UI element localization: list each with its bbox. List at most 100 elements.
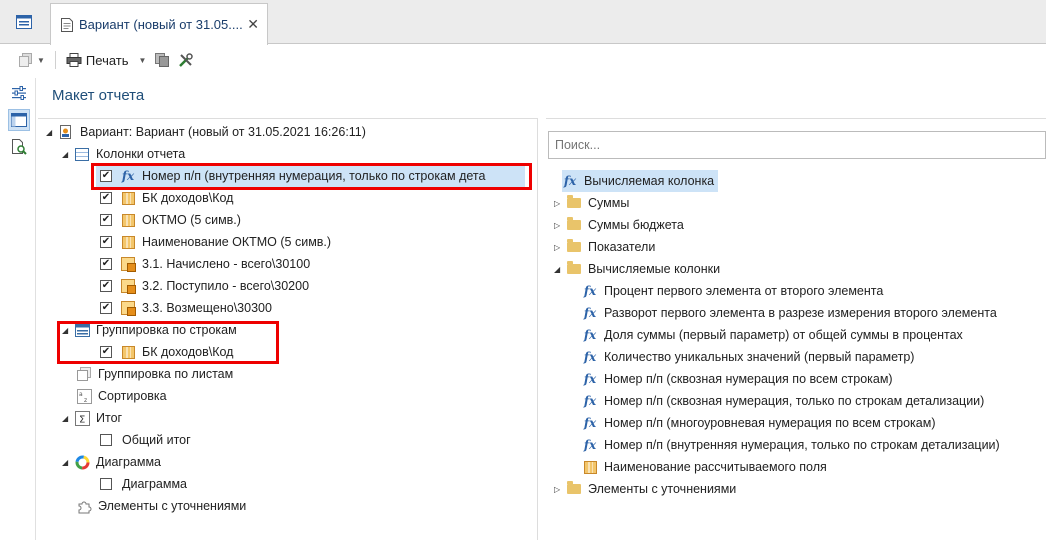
copy-button[interactable]: ▼ — [14, 48, 49, 72]
checkbox-checked[interactable]: ✔ — [100, 258, 112, 270]
chevron-down-icon[interactable]: ▼ — [139, 56, 147, 65]
column-item[interactable]: ✔ БК доходов\Код — [100, 187, 233, 209]
tree-total-node[interactable]: ◢ Σ Итог — [62, 407, 122, 429]
folder-label: Показатели — [588, 240, 656, 254]
measure-icon — [120, 300, 136, 316]
total-item[interactable]: Общий итог — [100, 429, 191, 451]
expand-icon[interactable]: ▷ — [554, 485, 566, 494]
folder-budget-sums[interactable]: ▷ Суммы бюджета — [554, 214, 684, 236]
checkbox-checked[interactable]: ✔ — [100, 192, 112, 204]
tree-sheet-grouping-node[interactable]: Группировка по листам — [74, 363, 233, 385]
sheet-grouping-label: Группировка по листам — [98, 367, 234, 381]
checkbox-checked[interactable]: ✔ — [100, 236, 112, 248]
fx-icon: fx — [583, 306, 597, 320]
expand-icon[interactable]: ▷ — [554, 243, 566, 252]
table-icon — [120, 234, 136, 250]
collapse-icon[interactable]: ◢ — [554, 265, 566, 274]
tree-root[interactable]: ◢ Вариант: Вариант (новый от 31.05.2021 … — [46, 121, 366, 143]
calc-item-label: Процент первого элемента от второго элем… — [604, 284, 884, 298]
column-item[interactable]: ✔ 3.1. Начислено - всего\30100 — [100, 253, 310, 275]
page-title: Макет отчета — [52, 87, 145, 104]
chevron-down-icon[interactable]: ▼ — [37, 56, 45, 65]
checkbox-checked[interactable]: ✔ — [100, 302, 112, 314]
sheets-icon — [76, 366, 92, 382]
folder-label: Элементы с уточнениями — [588, 482, 737, 496]
checkbox-checked[interactable]: ✔ — [100, 214, 112, 226]
preview-button[interactable] — [8, 136, 30, 158]
column-label: БК доходов\Код — [142, 191, 234, 205]
tab-strip: Вариант (новый от 31.05.... ✕ — [0, 0, 1046, 45]
calc-item[interactable]: fx Количество уникальных значений (первы… — [582, 346, 915, 368]
column-label: 3.3. Возмещено\30300 — [142, 301, 272, 315]
app-menu-button[interactable] — [0, 0, 48, 44]
app-menu-icon — [16, 15, 32, 29]
close-icon[interactable]: ✕ — [247, 16, 259, 33]
folder-calc-columns[interactable]: ◢ Вычисляемые колонки — [554, 258, 720, 280]
calc-item[interactable]: fx Номер п/п (многоуровневая нумерация п… — [582, 412, 936, 434]
checkbox-checked[interactable]: ✔ — [100, 280, 112, 292]
document-icon — [61, 17, 73, 32]
folder-label: Суммы бюджета — [588, 218, 684, 232]
calc-column-item[interactable]: fx Вычисляемая колонка — [562, 170, 719, 192]
calc-item[interactable]: fx Номер п/п (сквозная нумерация по всем… — [582, 368, 893, 390]
calc-item-label: Номер п/п (многоуровневая нумерация по в… — [604, 416, 936, 430]
collapse-icon[interactable]: ◢ — [62, 458, 74, 467]
folder-indicators[interactable]: ▷ Показатели — [554, 236, 655, 258]
checkbox-empty[interactable] — [100, 434, 112, 446]
layout-button[interactable] — [8, 109, 30, 131]
copy-doc-icon — [155, 53, 170, 67]
measure-icon — [120, 256, 136, 272]
column-item[interactable]: ✔ Наименование ОКТМО (5 симв.) — [100, 231, 331, 253]
checkbox-empty[interactable] — [100, 478, 112, 490]
folder-sums[interactable]: ▷ Суммы — [554, 192, 629, 214]
calc-item-label: Разворот первого элемента в разрезе изме… — [604, 306, 997, 320]
collapse-icon[interactable]: ◢ — [62, 150, 74, 159]
column-label: Наименование ОКТМО (5 симв.) — [142, 235, 332, 249]
calc-item-label: Номер п/п (сквозная нумерация, только по… — [604, 394, 985, 408]
collapse-icon[interactable]: ◢ — [46, 128, 58, 137]
column-item[interactable]: ✔ 3.2. Поступило - всего\30200 — [100, 275, 309, 297]
total-label: Итог — [96, 411, 123, 425]
calc-item-label: Количество уникальных значений (первый п… — [604, 350, 915, 364]
column-item[interactable]: ✔ ОКТМО (5 симв.) — [100, 209, 241, 231]
tree-columns-node[interactable]: ◢ Колонки отчета — [62, 143, 185, 165]
chart-item-label: Диаграмма — [122, 477, 188, 491]
columns-label: Колонки отчета — [96, 147, 186, 161]
tab-variant[interactable]: Вариант (новый от 31.05.... ✕ — [50, 3, 268, 45]
settings-icon — [12, 86, 26, 100]
tools-button[interactable] — [174, 48, 198, 72]
tree-refined-node[interactable]: Элементы с уточнениями — [74, 495, 246, 517]
calc-item[interactable]: fx Доля суммы (первый параметр) от общей… — [582, 324, 963, 346]
folder-label: Вычисляемые колонки — [588, 262, 721, 276]
calc-item[interactable]: fx Номер п/п (внутренняя нумерация, толь… — [582, 434, 1000, 456]
column-label: ОКТМО (5 симв.) — [142, 213, 241, 227]
calc-item[interactable]: fx Процент первого элемента от второго э… — [582, 280, 884, 302]
tools-icon — [179, 53, 194, 67]
fx-icon: fx — [583, 438, 597, 452]
fx-icon: fx — [583, 416, 597, 430]
calc-item[interactable]: fx Номер п/п (сквозная нумерация, только… — [582, 390, 985, 412]
total-item-label: Общий итог — [122, 433, 191, 447]
tree-sorting-node[interactable]: az Сортировка — [74, 385, 167, 407]
folder-icon — [566, 195, 582, 211]
expand-icon[interactable]: ▷ — [554, 221, 566, 230]
chart-label: Диаграмма — [96, 455, 162, 469]
svg-text:z: z — [84, 397, 87, 404]
calc-field-item[interactable]: Наименование рассчитываемого поля — [582, 456, 827, 478]
folder-refined[interactable]: ▷ Элементы с уточнениями — [554, 478, 736, 500]
calc-item[interactable]: fx Разворот первого элемента в разрезе и… — [582, 302, 997, 324]
collapse-icon[interactable]: ◢ — [62, 414, 74, 423]
print-icon — [66, 53, 82, 67]
tree-chart-node[interactable]: ◢ Диаграмма — [62, 451, 161, 473]
expand-icon[interactable]: ▷ — [554, 199, 566, 208]
search-input[interactable] — [548, 131, 1046, 159]
calc-item-label: Доля суммы (первый параметр) от общей су… — [604, 328, 963, 342]
print-button[interactable]: Печать ▼ — [62, 48, 151, 72]
columns-icon — [74, 146, 90, 162]
settings-button[interactable] — [8, 82, 30, 104]
fx-icon: fx — [583, 328, 597, 342]
chart-item[interactable]: Диаграмма — [100, 473, 187, 495]
calc-field-label: Наименование рассчитываемого поля — [604, 460, 827, 474]
column-item[interactable]: ✔ 3.3. Возмещено\30300 — [100, 297, 272, 319]
copy-doc-button[interactable] — [150, 48, 174, 72]
